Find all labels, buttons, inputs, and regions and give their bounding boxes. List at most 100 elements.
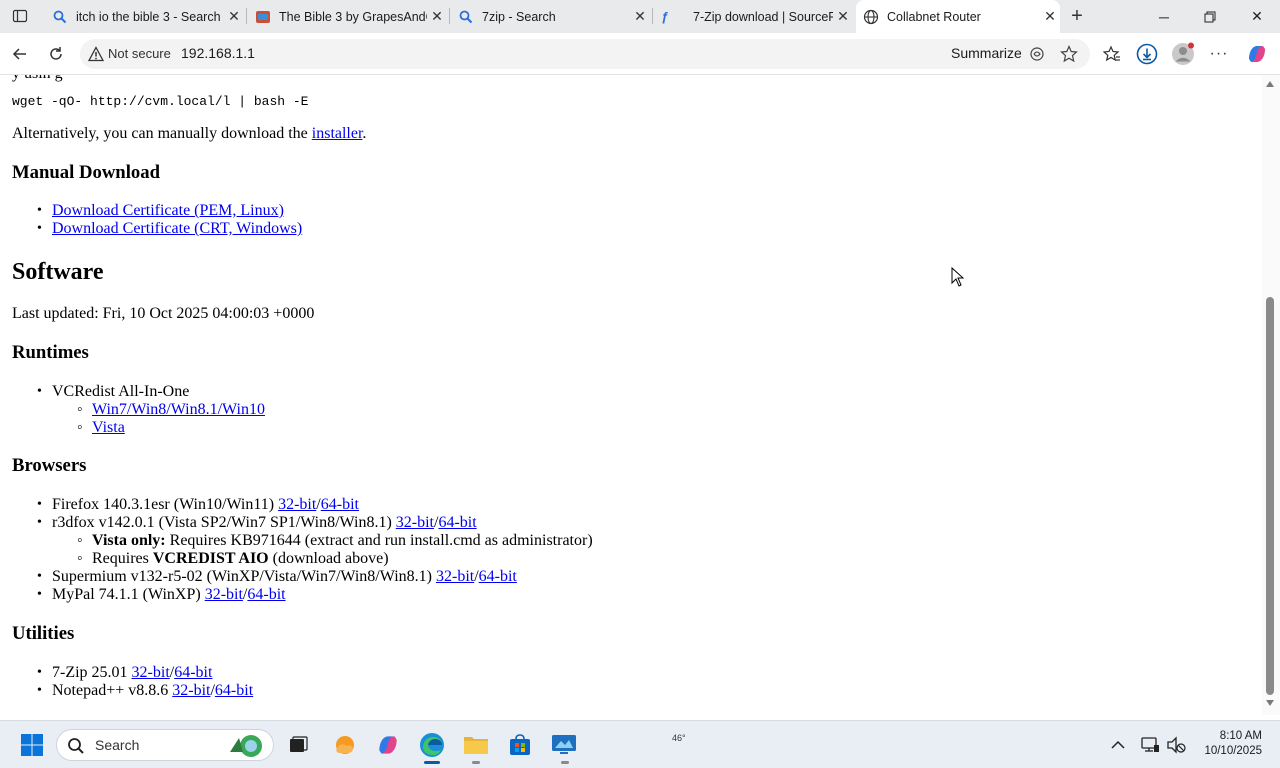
scroll-up-arrow-icon[interactable] [1266, 81, 1274, 87]
tab-bible-itch[interactable]: The Bible 3 by GrapesAndG ✕ [247, 0, 447, 33]
running-app-indicator [561, 761, 569, 764]
list-item: Requires VCREDIST AIO (download above) [77, 550, 389, 568]
software-name: Notepad++ v8.8.6 [52, 682, 173, 699]
profile-button[interactable] [1170, 41, 1196, 67]
globe-icon [863, 9, 879, 25]
summarize-button[interactable]: Summarize [951, 45, 1022, 61]
supermium-64bit-link[interactable]: 64-bit [479, 568, 517, 585]
copilot-icon [1249, 46, 1265, 62]
scroll-down-arrow-icon[interactable] [1266, 700, 1274, 706]
crt-certificate-link[interactable]: Download Certificate (CRT, Windows) [52, 220, 302, 237]
supermium-32bit-link[interactable]: 32-bit [436, 568, 474, 585]
notepadpp-64bit-link[interactable]: 64-bit [215, 682, 253, 699]
list-item: Vista only: Requires KB971644 (extract a… [77, 532, 593, 550]
task-view-button[interactable] [282, 729, 314, 761]
not-secure-label[interactable]: Not secure [108, 46, 171, 61]
mouse-cursor-icon [951, 267, 965, 287]
list-item: Notepad++ v8.8.6 32-bit/64-bit [37, 682, 253, 700]
start-button[interactable] [16, 729, 48, 761]
edge-taskbar-button[interactable] [416, 729, 448, 761]
restore-icon [1204, 11, 1216, 22]
tab-title: 7zip - Search [482, 9, 556, 24]
copilot-button[interactable] [1244, 41, 1270, 67]
back-arrow-icon [12, 48, 26, 60]
installer-link[interactable]: installer [312, 125, 363, 142]
copilot-summarize-icon[interactable] [1028, 45, 1046, 63]
vcredist-win7-link[interactable]: Win7/Win8/Win8.1/Win10 [92, 401, 265, 418]
close-tab-icon[interactable]: ✕ [1040, 7, 1060, 27]
chevron-up-icon [1111, 740, 1125, 749]
clock-time: 8:10 AM [1219, 730, 1262, 742]
restore-button[interactable] [1187, 0, 1233, 33]
firefox-64bit-link[interactable]: 64-bit [321, 496, 359, 513]
software-name: Supermium v132-r5-02 (WinXP/Vista/Win7/W… [52, 568, 436, 585]
list-item: Supermium v132-r5-02 (WinXP/Vista/Win7/W… [37, 568, 517, 586]
settings-more-button[interactable]: ··· [1206, 41, 1232, 67]
close-window-button[interactable]: ✕ [1234, 0, 1280, 33]
itch-icon [255, 9, 271, 25]
sourceforge-icon: ƒ [661, 9, 669, 24]
close-tab-icon[interactable]: ✕ [630, 7, 650, 27]
new-tab-button[interactable]: + [1066, 5, 1088, 27]
edge-icon [420, 733, 444, 757]
partial-line: y usin g [12, 75, 63, 83]
running-app-indicator [472, 761, 480, 764]
tab-actions-button[interactable] [8, 5, 32, 27]
requires-prefix: Requires [92, 550, 153, 567]
tab-7zip-sourceforge[interactable]: ƒ 7-Zip download | SourceFo ✕ [653, 0, 853, 33]
back-button[interactable] [7, 41, 33, 67]
pem-certificate-link[interactable]: Download Certificate (PEM, Linux) [52, 202, 284, 219]
favorite-star-icon[interactable] [1060, 45, 1078, 63]
tab-title: 7-Zip download | SourceFo [693, 9, 833, 24]
list-item: Firefox 140.3.1esr (Win10/Win11) 32-bit/… [37, 496, 359, 514]
weather-widget[interactable]: 46° [328, 729, 686, 761]
search-icon [68, 738, 84, 754]
address-bar[interactable]: Not secure 192.168.1.1 Summarize [80, 39, 1090, 69]
copilot-taskbar-button[interactable] [372, 729, 404, 761]
show-hidden-icons-button[interactable] [1102, 729, 1134, 761]
notepadpp-32bit-link[interactable]: 32-bit [172, 682, 210, 699]
warning-icon[interactable] [88, 46, 104, 62]
tab-7zip-search[interactable]: 7zip - Search ✕ [450, 0, 650, 33]
minimize-button[interactable]: ─ [1141, 0, 1187, 33]
alternative-text: Alternatively, you can manually download… [12, 125, 366, 143]
r3dfox-32bit-link[interactable]: 32-bit [396, 514, 434, 531]
runtimes-heading: Runtimes [12, 342, 89, 363]
close-tab-icon[interactable]: ✕ [833, 7, 853, 27]
file-explorer-taskbar-button[interactable] [460, 729, 492, 761]
vcredist-vista-link[interactable]: Vista [92, 419, 125, 436]
search-highlight-icon [230, 735, 262, 757]
downloads-button[interactable] [1134, 41, 1160, 67]
taskbar-clock[interactable]: 8:10 AM 10/10/2025 [1196, 729, 1262, 759]
r3dfox-64bit-link[interactable]: 64-bit [438, 514, 476, 531]
firefox-32bit-link[interactable]: 32-bit [278, 496, 316, 513]
store-taskbar-button[interactable] [504, 729, 536, 761]
task-view-icon [290, 736, 308, 752]
utilities-heading: Utilities [12, 623, 75, 644]
remote-desktop-taskbar-button[interactable] [548, 729, 580, 761]
mypal-64bit-link[interactable]: 64-bit [247, 586, 285, 603]
close-tab-icon[interactable]: ✕ [427, 7, 447, 27]
url-text[interactable]: 192.168.1.1 [181, 45, 255, 61]
close-tab-icon[interactable]: ✕ [224, 7, 244, 27]
browser-toolbar: Not secure 192.168.1.1 Summarize ··· [0, 33, 1280, 75]
page-scrollbar[interactable] [1262, 75, 1280, 715]
mypal-32bit-link[interactable]: 32-bit [205, 586, 243, 603]
tab-title: The Bible 3 by GrapesAndG [279, 9, 427, 24]
minimize-icon: ─ [1159, 8, 1169, 25]
tab-actions-icon [12, 9, 28, 23]
page-viewport: y usin g wget -qO- http://cvm.local/l | … [0, 75, 1262, 715]
tab-collabnet-router[interactable]: Collabnet Router ✕ [856, 0, 1060, 33]
weather-icon [336, 736, 354, 754]
more-icon: ··· [1209, 45, 1229, 62]
list-item: VCRedist All-In-One [37, 383, 189, 401]
refresh-button[interactable] [43, 41, 69, 67]
taskbar-search-box[interactable]: Search [56, 729, 274, 761]
scrollbar-thumb[interactable] [1266, 297, 1274, 695]
volume-status-button[interactable] [1160, 729, 1192, 761]
7zip-32bit-link[interactable]: 32-bit [132, 664, 170, 681]
favorites-button[interactable] [1099, 41, 1125, 67]
tab-itch-search[interactable]: itch io the bible 3 - Search ✕ [44, 0, 244, 33]
avatar [1172, 42, 1194, 65]
7zip-64bit-link[interactable]: 64-bit [174, 664, 212, 681]
